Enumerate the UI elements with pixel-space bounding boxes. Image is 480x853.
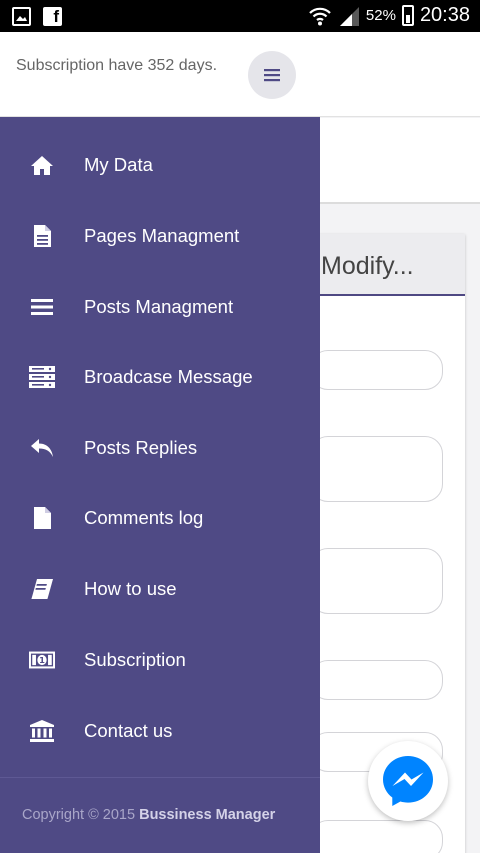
form-field[interactable] xyxy=(310,660,443,700)
menu-item-my-data[interactable]: My Data xyxy=(0,135,320,195)
menu-item-posts-managment[interactable]: Posts Managment xyxy=(0,277,320,337)
form-field[interactable] xyxy=(310,350,443,390)
form-field[interactable] xyxy=(310,820,443,853)
file-icon xyxy=(29,505,55,531)
menu-item-label: Subscription xyxy=(84,649,186,670)
menu-item-label: Pages Managment xyxy=(84,225,240,246)
svg-text:1: 1 xyxy=(39,655,45,665)
app-header: Subscription have 352 days. xyxy=(0,32,480,117)
form-field[interactable] xyxy=(310,548,443,614)
status-bar: f 52% 20:38 xyxy=(0,0,480,32)
messenger-button[interactable] xyxy=(368,741,448,821)
menu-item-pages-managment[interactable]: Pages Managment xyxy=(0,206,320,266)
home-icon xyxy=(29,152,55,178)
menu-item-label: My Data xyxy=(84,154,153,175)
form-field[interactable] xyxy=(310,436,443,502)
copyright: Copyright © 2015 Bussiness Manager xyxy=(22,807,275,823)
menu-item-how-to-use[interactable]: How to use xyxy=(0,559,320,619)
menu-item-comments-log[interactable]: Comments log xyxy=(0,488,320,548)
card-title: Modify... xyxy=(321,252,414,280)
document-icon xyxy=(29,223,55,249)
subscription-status: Subscription have 352 days. xyxy=(16,57,218,74)
menu-item-subscription[interactable]: 1 Subscription xyxy=(0,630,320,690)
facebook-icon: f xyxy=(43,7,62,26)
menu-item-posts-replies[interactable]: Posts Replies xyxy=(0,418,320,478)
copyright-prefix: Copyright © 2015 xyxy=(22,807,136,823)
menu-item-contact-us[interactable]: Contact us xyxy=(0,701,320,761)
money-icon: 1 xyxy=(29,647,55,673)
drawer-divider xyxy=(0,777,320,778)
battery-icon xyxy=(401,5,414,26)
menu-item-label: How to use xyxy=(84,578,177,599)
hamburger-icon xyxy=(264,69,280,82)
copyright-brand: Bussiness Manager xyxy=(139,807,276,823)
reply-icon xyxy=(29,435,55,461)
list-icon xyxy=(29,294,55,320)
bank-icon xyxy=(29,718,55,744)
gallery-icon xyxy=(12,7,31,26)
wifi-icon xyxy=(309,7,331,25)
card-header: Modify... xyxy=(300,234,465,296)
signal-icon xyxy=(339,6,359,26)
menu-button[interactable] xyxy=(248,51,296,99)
menu-item-broadcase-message[interactable]: Broadcase Message xyxy=(0,347,320,407)
server-icon xyxy=(29,364,55,390)
menu-item-label: Posts Replies xyxy=(84,437,198,458)
book-icon xyxy=(29,576,55,602)
menu-item-label: Contact us xyxy=(84,720,173,741)
messenger-icon xyxy=(383,756,433,806)
menu-item-label: Broadcase Message xyxy=(84,366,253,387)
menu-item-label: Comments log xyxy=(84,507,204,528)
menu-item-label: Posts Managment xyxy=(84,296,234,317)
navigation-drawer: My Data Pages Managment Posts Managment … xyxy=(0,117,320,853)
clock: 20:38 xyxy=(419,4,470,26)
battery-percent: 52% xyxy=(365,7,396,24)
